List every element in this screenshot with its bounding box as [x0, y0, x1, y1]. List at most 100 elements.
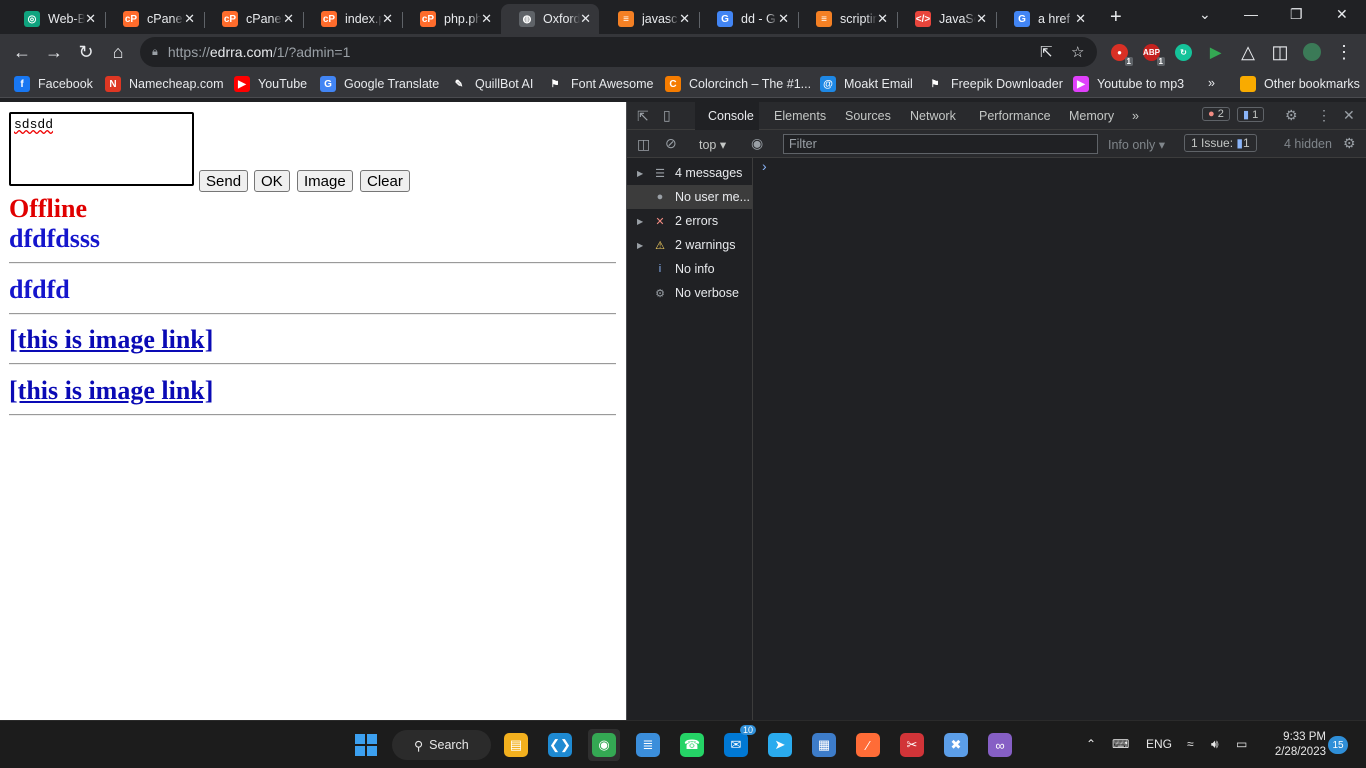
close-tab-icon[interactable]: ✕: [283, 11, 294, 27]
restore-button[interactable]: ❐: [1290, 6, 1303, 23]
settings-gear-icon[interactable]: ⚙: [1285, 107, 1298, 124]
message-textarea[interactable]: sdsdd: [9, 112, 194, 186]
device-toolbar-icon[interactable]: ▯: [663, 107, 671, 124]
bookmark-item[interactable]: ▶ YouTube: [234, 76, 307, 92]
console-prompt[interactable]: ›: [762, 158, 767, 174]
console-sidebar-item[interactable]: ▶ ⚠ 2 warnings: [627, 233, 753, 257]
bookmark-item[interactable]: G Google Translate: [320, 76, 439, 92]
browser-tab[interactable]: ◎ Web-B ✕: [6, 4, 104, 34]
back-icon[interactable]: ←: [11, 41, 33, 63]
store-icon[interactable]: ▦: [808, 729, 840, 761]
tab-search-icon[interactable]: ⌄: [1199, 6, 1211, 23]
notepad-icon[interactable]: ≣: [632, 729, 664, 761]
bookmark-item[interactable]: ✎ QuillBot AI: [451, 76, 533, 92]
console-sidebar-item[interactable]: ▶ ☰ 4 messages: [627, 161, 753, 185]
minimize-button[interactable]: —: [1244, 6, 1258, 22]
close-devtools-icon[interactable]: ✕: [1343, 107, 1355, 124]
postman-icon[interactable]: ∕: [852, 729, 884, 761]
issues-button[interactable]: 1 Issue: ▮1: [1184, 134, 1257, 152]
share-icon[interactable]: ⇱: [1040, 43, 1053, 61]
adblock-icon[interactable]: ABP 1: [1143, 44, 1165, 66]
close-tab-icon[interactable]: ✕: [976, 11, 987, 27]
browser-tab[interactable]: ≡ javasc ✕: [600, 4, 698, 34]
file-explorer-icon[interactable]: ▤: [500, 729, 532, 761]
browser-tab[interactable]: cP cPanel ✕: [105, 4, 203, 34]
tab-network[interactable]: Network: [910, 109, 956, 123]
telegram-icon[interactable]: ➤: [764, 729, 796, 761]
console-filter-input[interactable]: Filter: [783, 134, 1098, 154]
inspect-element-icon[interactable]: ⇱: [637, 108, 649, 125]
devtools-menu-icon[interactable]: ⋮: [1317, 107, 1331, 124]
lock-icon[interactable]: 🔒︎: [152, 46, 158, 59]
profile-avatar[interactable]: [1301, 41, 1323, 63]
browser-tab[interactable]: Gdd - G ✕: [699, 4, 797, 34]
visual-studio-icon[interactable]: ∞: [984, 729, 1016, 761]
bookmark-item[interactable]: f Facebook: [14, 76, 93, 92]
console-settings-icon[interactable]: ⚙: [1343, 135, 1356, 152]
close-tab-icon[interactable]: ✕: [85, 11, 96, 27]
tab-sources[interactable]: Sources: [845, 109, 891, 123]
console-sidebar-item[interactable]: ⚙ No verbose: [627, 281, 753, 305]
bookmark-star-icon[interactable]: ☆: [1071, 43, 1084, 61]
more-tabs-icon[interactable]: »: [1132, 109, 1139, 123]
bookmark-item[interactable]: @ Moakt Email: [820, 76, 913, 92]
new-tab-button[interactable]: +: [1110, 6, 1122, 29]
tray-overflow-icon[interactable]: ⌃: [1086, 737, 1096, 751]
browser-tab[interactable]: cP php.ph ✕: [402, 4, 500, 34]
taskbar-search[interactable]: ⚲ Search: [392, 730, 491, 760]
errors-badge[interactable]: ● 2: [1202, 107, 1230, 121]
console-sidebar-item[interactable]: i No info: [627, 257, 753, 281]
bookmark-item[interactable]: ⚑ Freepik Downloader: [927, 76, 1063, 92]
snipping-icon[interactable]: ✂: [896, 729, 928, 761]
browser-tab[interactable]: cP index.p ✕: [303, 4, 401, 34]
url-text[interactable]: https://edrra.com/1/?admin=1: [168, 44, 351, 60]
tab-memory[interactable]: Memory: [1069, 109, 1114, 123]
close-tab-icon[interactable]: ✕: [778, 11, 789, 27]
live-expression-eye-icon[interactable]: ◉: [751, 135, 763, 152]
close-tab-icon[interactable]: ✕: [1075, 11, 1086, 27]
keyboard-icon[interactable]: ⌨: [1112, 737, 1129, 751]
image-button[interactable]: Image: [297, 170, 353, 192]
browser-tab[interactable]: ≡ scriptin ✕: [798, 4, 896, 34]
close-window-button[interactable]: ✕: [1336, 6, 1348, 23]
bookmark-item[interactable]: C Colorcinch – The #1...: [665, 76, 811, 92]
mail-icon[interactable]: ✉ 10: [720, 725, 756, 761]
bookmarks-overflow-button[interactable]: »: [1208, 76, 1215, 90]
reload-icon[interactable]: ↻: [75, 41, 97, 63]
console-sidebar-item[interactable]: ▶ ✕ 2 errors: [627, 209, 753, 233]
language-indicator[interactable]: ENG: [1146, 737, 1172, 751]
sidebar-toggle-icon[interactable]: ◫: [637, 136, 650, 153]
start-button[interactable]: [350, 729, 382, 761]
bookmark-item[interactable]: ⚑ Font Awesome: [547, 76, 653, 92]
console-sidebar-item[interactable]: ● No user me...: [627, 185, 753, 209]
forward-icon[interactable]: →: [43, 41, 65, 63]
puzzle-extensions-icon[interactable]: △: [1237, 41, 1259, 63]
context-selector[interactable]: top ▾: [699, 137, 726, 152]
browser-tab[interactable]: Ga href ✕: [996, 4, 1094, 34]
log-levels-dropdown[interactable]: Info only ▾: [1108, 137, 1165, 152]
issues-badge[interactable]: ▮ 1: [1237, 107, 1265, 122]
bookmark-item[interactable]: ▶ Youtube to mp3: [1073, 76, 1184, 92]
send-button[interactable]: Send: [199, 170, 249, 192]
tab-performance[interactable]: Performance: [979, 109, 1051, 123]
browser-tab[interactable]: </> JavaSc ✕: [897, 4, 995, 34]
image-link[interactable]: [this is image link]: [9, 376, 213, 406]
volume-icon[interactable]: 🔊︎: [1211, 737, 1219, 752]
extension-red-icon[interactable]: ● 1: [1111, 44, 1133, 66]
address-bar[interactable]: 🔒︎ https://edrra.com/1/?admin=1 ⇱ ☆: [140, 37, 1097, 67]
bookmark-item[interactable]: N Namecheap.com: [105, 76, 224, 92]
menu-kebab-icon[interactable]: ⋮: [1333, 41, 1355, 63]
clear-console-icon[interactable]: ⊘: [665, 135, 677, 152]
close-tab-icon[interactable]: ✕: [679, 11, 690, 27]
close-tab-icon[interactable]: ✕: [184, 11, 195, 27]
vscode-icon[interactable]: ❮❯: [544, 729, 576, 761]
chrome-icon[interactable]: ◉: [588, 729, 620, 761]
wifi-icon[interactable]: ≈: [1187, 737, 1194, 751]
home-icon[interactable]: ⌂: [107, 41, 129, 63]
grammarly-icon[interactable]: ↻: [1175, 44, 1192, 61]
side-panel-icon[interactable]: ◫: [1269, 41, 1291, 63]
clear-button[interactable]: Clear: [360, 170, 410, 192]
tab-console[interactable]: Console: [708, 109, 754, 123]
tab-elements[interactable]: Elements: [774, 109, 826, 123]
close-tab-icon[interactable]: ✕: [580, 11, 591, 27]
